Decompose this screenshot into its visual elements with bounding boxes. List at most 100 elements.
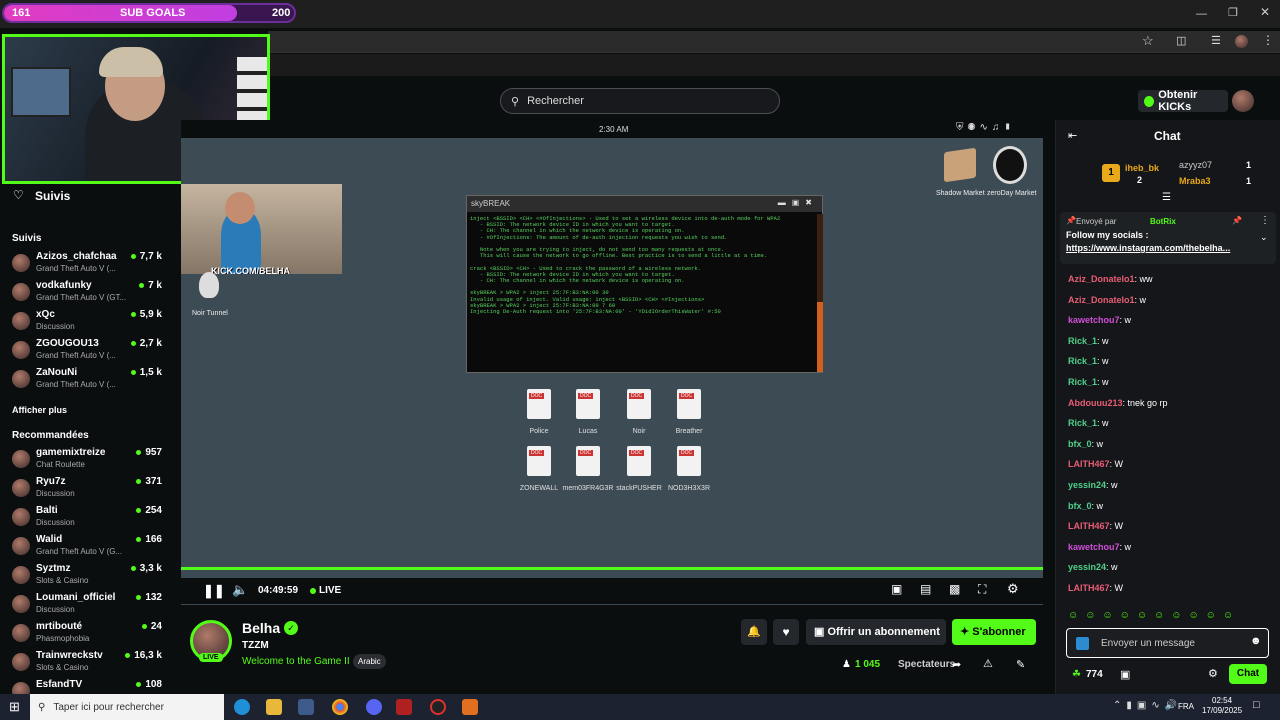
miniplayer-icon[interactable]: ▣: [891, 582, 902, 596]
chat-toggle-icon[interactable]: ✎: [1016, 658, 1025, 671]
pinned-expand-icon[interactable]: ⌄: [1260, 232, 1268, 243]
keyboard-language[interactable]: FRA: [1178, 702, 1194, 711]
user-avatar[interactable]: [1232, 90, 1254, 112]
chat-username[interactable]: yessin24: [1068, 480, 1106, 490]
taskbar-search[interactable]: ⚲ Taper ici pour rechercher: [30, 694, 224, 720]
file-explorer-icon[interactable]: [266, 699, 282, 715]
doc-file-icon[interactable]: [677, 446, 701, 476]
chat-username[interactable]: bfx_0: [1068, 439, 1092, 449]
doc-file-icon[interactable]: [627, 446, 651, 476]
theater-icon[interactable]: ▩: [949, 582, 960, 596]
channel-points[interactable]: 774: [1086, 669, 1103, 680]
close-icon[interactable]: ✕: [1260, 5, 1272, 19]
follow-heart-button[interactable]: ♥: [773, 619, 799, 645]
app-icon[interactable]: [430, 699, 446, 715]
sidebar-channel-item[interactable]: vodkafunky Grand Theft Auto V (GT... 7 k: [12, 279, 162, 307]
chat-settings-icon[interactable]: ⚙: [1208, 667, 1218, 680]
doc-file-icon[interactable]: [527, 446, 551, 476]
chat-username[interactable]: Abdouuu213: [1068, 398, 1123, 408]
terminal-window[interactable]: skyBREAK ▬▣✖ inject <BSSID> <CH> <#OfInj…: [466, 195, 823, 373]
collapse-chat-icon[interactable]: ⇤: [1068, 129, 1077, 142]
sidebar-channel-item[interactable]: ZGOUGOU13 Grand Theft Auto V (... 2,7 k: [12, 337, 162, 365]
settings-icon[interactable]: ⚙: [1007, 581, 1019, 597]
pinned-menu-icon[interactable]: ⋮: [1260, 215, 1270, 226]
chat-username[interactable]: bfx_0: [1068, 501, 1092, 511]
edge-icon[interactable]: [234, 699, 250, 715]
get-kicks-button[interactable]: Obtenir KICKs: [1138, 89, 1228, 113]
sidebar-channel-item[interactable]: Azizos_chafchaa Grand Theft Auto V (... 7,…: [12, 250, 162, 278]
address-bar[interactable]: ☆ ◫ ☰ ⋮: [268, 31, 1280, 53]
chat-username[interactable]: Aziz_Donatelo1: [1068, 295, 1135, 305]
minimize-icon[interactable]: —: [1196, 8, 1208, 20]
stream-progress-bar[interactable]: [181, 567, 1043, 570]
emoji-icon[interactable]: ☻: [1250, 635, 1262, 647]
clip-icon[interactable]: ▤: [920, 582, 931, 596]
extensions-icon[interactable]: ◫: [1176, 34, 1186, 47]
chat-username[interactable]: LAITH467: [1068, 521, 1110, 531]
share-icon[interactable]: ➦: [952, 658, 961, 671]
doc-file-icon[interactable]: [576, 389, 600, 419]
doc-file-icon[interactable]: [576, 446, 600, 476]
streamer-name[interactable]: Belha: [242, 620, 280, 636]
report-icon[interactable]: ⚠: [983, 657, 993, 670]
chat-username[interactable]: Rick_1: [1068, 336, 1097, 346]
browser-menu-icon[interactable]: ⋮: [1262, 33, 1274, 47]
notification-bell-button[interactable]: 🔔: [741, 619, 767, 645]
notifications-icon[interactable]: □: [1253, 699, 1260, 711]
sidebar-nav-following[interactable]: Suivis: [35, 189, 70, 203]
language-tag[interactable]: Arabic: [353, 654, 386, 669]
chat-username[interactable]: Rick_1: [1068, 418, 1097, 428]
sidebar-channel-item[interactable]: xQc Discussion 5,9 k: [12, 308, 162, 336]
emote-bar[interactable]: ☺☺☺☺☺☺☺☺☺☺: [1068, 610, 1268, 622]
search-input[interactable]: ⚲ Rechercher: [500, 88, 780, 114]
profile-avatar[interactable]: [1235, 35, 1248, 48]
terminal-scrollbar[interactable]: [817, 214, 823, 372]
obs-icon[interactable]: [462, 699, 478, 715]
chat-input[interactable]: Envoyer un message ☻: [1066, 628, 1269, 658]
chat-username[interactable]: kawetchou7: [1068, 315, 1120, 325]
maximize-icon[interactable]: ❐: [1228, 6, 1240, 19]
expand-leaderboard-icon[interactable]: ☰: [1162, 192, 1171, 203]
pinned-message[interactable]: 📌 Envoyé par BotRix 📌 ⋮ Follow my social…: [1060, 212, 1276, 264]
sidebar-channel-item[interactable]: Trainwreckstv Slots & Casino 16,3 k: [12, 649, 162, 677]
chat-username[interactable]: yessin24: [1068, 562, 1106, 572]
pause-icon[interactable]: ❚❚: [203, 583, 225, 599]
voicemeeter-icon[interactable]: [396, 699, 412, 715]
windows-start-icon[interactable]: ⊞: [9, 699, 20, 715]
volume-icon[interactable]: 🔈: [232, 582, 248, 598]
subscribe-button[interactable]: ✦ S'abonner: [952, 619, 1036, 645]
bookmark-star-icon[interactable]: ☆: [1142, 33, 1154, 49]
sidebar-channel-item[interactable]: Ryu7z Discussion 371: [12, 475, 162, 503]
store-icon[interactable]: [298, 699, 314, 715]
sidebar-channel-item[interactable]: Walid Grand Theft Auto V (G... 166: [12, 533, 162, 561]
terminal-window-buttons[interactable]: ▬▣✖: [778, 198, 818, 207]
fullscreen-icon[interactable]: ⛶: [978, 582, 986, 597]
send-chat-button[interactable]: Chat: [1229, 664, 1267, 684]
gift-sub-button[interactable]: ▣ Offrir un abonnement: [806, 619, 946, 645]
unpin-icon[interactable]: 📌: [1232, 216, 1242, 225]
chat-username[interactable]: Rick_1: [1068, 356, 1097, 366]
top-gifter-1-name: iheb_bk: [1125, 163, 1160, 173]
stream-category[interactable]: TZZM: [242, 640, 269, 651]
chat-username[interactable]: kawetchou7: [1068, 542, 1120, 552]
rewards-icon[interactable]: ▣: [1120, 668, 1130, 681]
sidebar-channel-item[interactable]: Loumani_officiel Discussion 132: [12, 591, 162, 619]
doc-file-icon[interactable]: [527, 389, 551, 419]
media-icon[interactable]: ☰: [1211, 34, 1221, 47]
chat-username[interactable]: LAITH467: [1068, 583, 1110, 593]
chat-username[interactable]: Aziz_Donatelo1: [1068, 274, 1135, 284]
chrome-icon[interactable]: [332, 699, 348, 715]
sidebar-channel-item[interactable]: mrtibouté Phasmophobia 24: [12, 620, 162, 648]
chat-username[interactable]: Rick_1: [1068, 377, 1097, 387]
chat-username[interactable]: LAITH467: [1068, 459, 1110, 469]
sidebar-channel-item[interactable]: ZaNouNi Grand Theft Auto V (... 1,5 k: [12, 366, 162, 394]
show-more-link[interactable]: Afficher plus: [12, 405, 67, 415]
system-tray-icons[interactable]: ⌃▮▣∿🔊: [1113, 700, 1182, 711]
sidebar-channel-item[interactable]: Balti Discussion 254: [12, 504, 162, 532]
doc-file-icon[interactable]: [677, 389, 701, 419]
discord-icon[interactable]: [366, 699, 382, 715]
pinned-link[interactable]: https://www.instagram.com/thebelha...: [1066, 243, 1230, 253]
sidebar-channel-item[interactable]: gamemixtreize Chat Roulette 957: [12, 446, 162, 474]
sidebar-channel-item[interactable]: Syztmz Slots & Casino 3,3 k: [12, 562, 162, 590]
doc-file-icon[interactable]: [627, 389, 651, 419]
